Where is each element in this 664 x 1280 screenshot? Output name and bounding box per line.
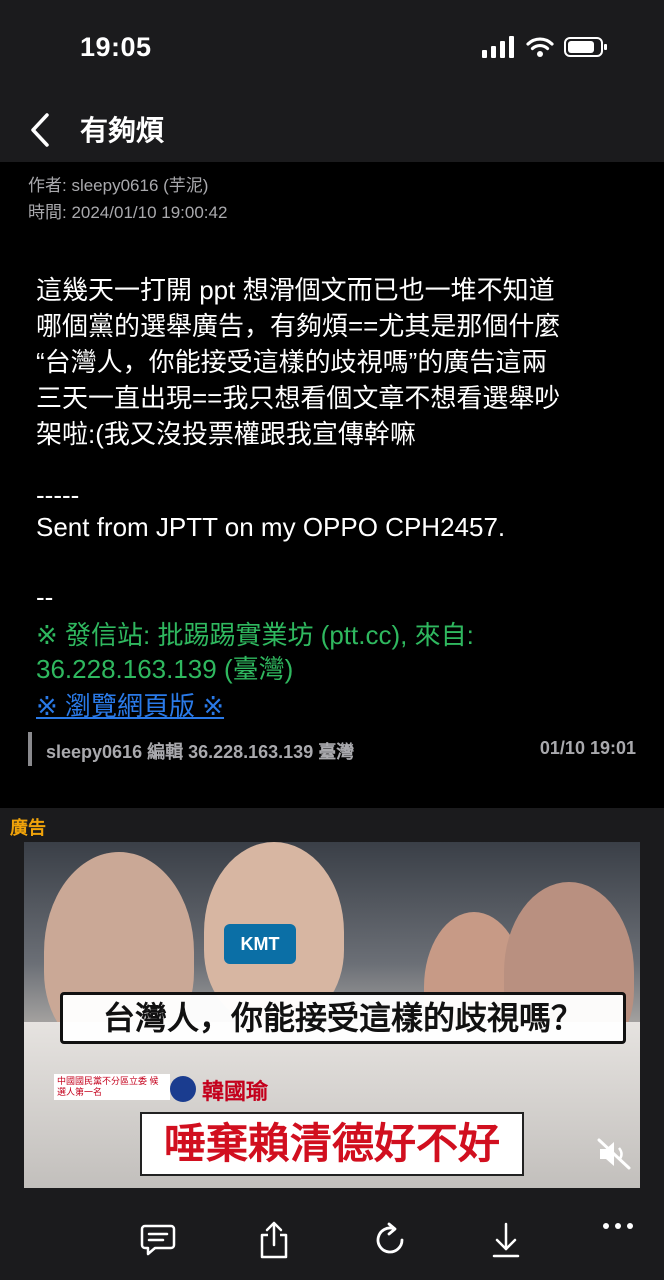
share-icon bbox=[257, 1221, 291, 1264]
ad-section: 廣告 KMT 台灣人，你能接受這樣的歧視嗎？ 中國國民黨不分區立委 候選人第一名… bbox=[0, 808, 664, 1204]
origin-ip: 36.228.163.139 (臺灣) bbox=[36, 654, 294, 684]
ad-caption-top: 台灣人，你能接受這樣的歧視嗎？ bbox=[60, 992, 626, 1044]
post-date: 時間: 2024/01/10 19:00:42 bbox=[28, 203, 228, 222]
bottom-toolbar bbox=[0, 1204, 664, 1280]
arrow-down-icon bbox=[490, 1221, 522, 1264]
ad-label: 廣告 bbox=[10, 818, 46, 838]
edit-time: 01/10 19:01 bbox=[539, 738, 636, 758]
chevron-left-icon bbox=[29, 112, 51, 153]
post-author: 作者: sleepy0616 (芋泥) bbox=[28, 176, 209, 195]
footer-separator: -- bbox=[36, 582, 54, 612]
post-body-line: 哪個黨的選舉廣告，有夠煩==尤其是那個什麼 bbox=[36, 311, 561, 341]
post-body-line: “台灣人，你能接受這樣的歧視嗎”的廣告這兩 bbox=[36, 347, 548, 377]
signature-separator: ----- bbox=[36, 480, 80, 510]
page-title: 有夠煩 bbox=[80, 115, 165, 146]
back-button[interactable] bbox=[22, 112, 58, 152]
refresh-button[interactable] bbox=[370, 1222, 410, 1262]
share-button[interactable] bbox=[254, 1221, 294, 1264]
ad-caption-bottom: 唾棄賴清德好不好 bbox=[140, 1112, 524, 1176]
status-time: 19:05 bbox=[80, 32, 152, 62]
sent-from-line: Sent from JPTT on my OPPO CPH2457. bbox=[36, 512, 506, 542]
more-icon bbox=[627, 1223, 633, 1229]
battery-icon bbox=[564, 36, 608, 63]
post-body-line: 三天一直出現==我只想看個文章不想看選舉吵 bbox=[36, 383, 561, 413]
nav-bar: 有夠煩 bbox=[0, 100, 664, 162]
comment-button[interactable] bbox=[138, 1222, 178, 1262]
post-body-line: 架啦:(我又沒投票權跟我宣傳幹嘛 bbox=[36, 419, 416, 449]
view-web-link[interactable]: ※ 瀏覽網頁版 ※ bbox=[36, 686, 224, 723]
more-icon bbox=[615, 1223, 621, 1229]
speaker-muted-icon bbox=[596, 1136, 632, 1177]
post-body-line: 這幾天一打開 ppt 想滑個文而已也一堆不知道 bbox=[36, 275, 555, 305]
post-meta: 作者: sleepy0616 (芋泥) 時間: 2024/01/10 19:00… bbox=[28, 172, 227, 226]
origin-line: ※ 發信站: 批踢踢實業坊 (ptt.cc), 來自: bbox=[36, 620, 474, 650]
status-icons bbox=[482, 36, 608, 63]
status-bar: 19:05 bbox=[0, 0, 664, 100]
edit-info: sleepy0616 編輯 36.228.163.139 臺灣 bbox=[46, 742, 355, 762]
ad-caption-small: 中國國民黨不分區立委 候選人第一名 bbox=[54, 1074, 170, 1100]
post-body: 這幾天一打開 ppt 想滑個文而已也一堆不知道 哪個黨的選舉廣告，有夠煩==尤其… bbox=[36, 272, 636, 452]
party-emblem-icon bbox=[170, 1076, 196, 1102]
mute-button[interactable] bbox=[594, 1136, 634, 1176]
ad-video[interactable]: KMT 台灣人，你能接受這樣的歧視嗎？ 中國國民黨不分區立委 候選人第一名 韓國… bbox=[24, 842, 640, 1188]
ad-microphone: KMT bbox=[224, 924, 296, 964]
ad-candidate-name: 韓國瑜 bbox=[202, 1079, 269, 1104]
comment-icon bbox=[139, 1222, 177, 1263]
refresh-icon bbox=[372, 1222, 408, 1263]
origin-info: ※ 發信站: 批踢踢實業坊 (ptt.cc), 來自: 36.228.163.1… bbox=[36, 618, 636, 686]
more-icon bbox=[603, 1223, 609, 1229]
more-button[interactable] bbox=[598, 1214, 638, 1238]
signal-icon bbox=[482, 36, 516, 63]
wifi-icon bbox=[526, 36, 554, 63]
scroll-bottom-button[interactable] bbox=[486, 1222, 526, 1262]
edit-quote-bar bbox=[28, 732, 32, 766]
